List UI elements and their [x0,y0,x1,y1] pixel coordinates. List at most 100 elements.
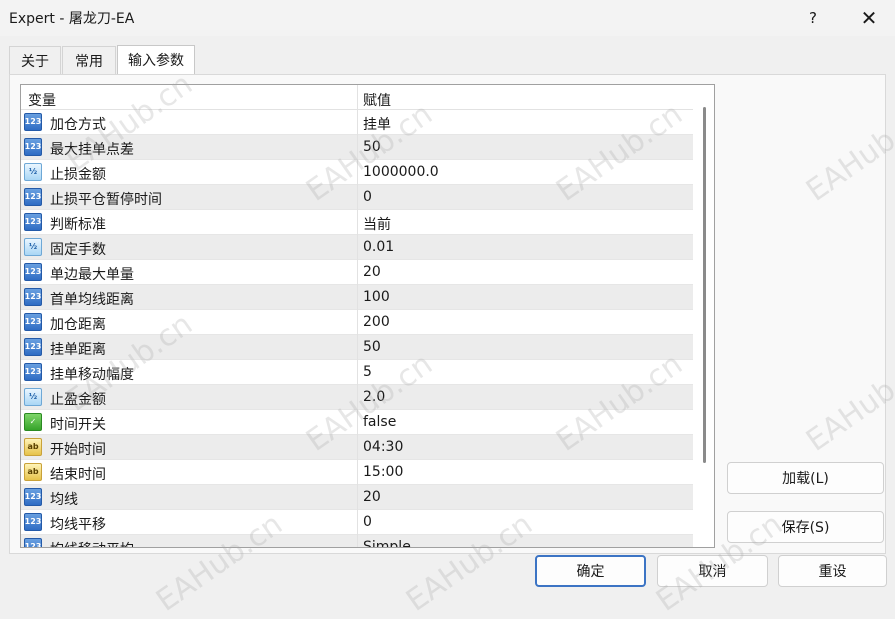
parameter-name: 最大挂单点差 [50,142,134,158]
column-divider [357,385,358,410]
parameter-value[interactable]: 0 [363,189,372,205]
reset-button[interactable]: 重设 [778,555,887,587]
table-row[interactable]: 123 首单均线距离 100 [21,285,693,310]
column-divider [357,485,358,510]
double-type-icon: ½ [24,163,42,181]
parameter-value[interactable]: 2.0 [363,389,385,405]
table-row[interactable]: 123 均线平移 0 [21,510,693,535]
parameter-value[interactable]: Simple [363,539,411,547]
parameter-name: 首单均线距离 [50,292,134,308]
help-button[interactable]: ? [790,4,836,32]
help-icon: ? [809,9,817,27]
close-button[interactable]: ✕ [846,4,892,32]
save-button[interactable]: 保存(S) [727,511,884,543]
double-type-icon: ½ [24,238,42,256]
parameter-value[interactable]: 200 [363,314,390,330]
tab-common[interactable]: 常用 [62,46,116,74]
table-row[interactable]: 123 判断标准 当前 [21,210,693,235]
column-divider [357,510,358,535]
table-row[interactable]: ½ 固定手数 0.01 [21,235,693,260]
parameters-grid: 变量 赋值 123 加仓方式 挂单 123 最大挂单点差 50 ½ 止损金额 1000000.0… [20,84,715,548]
parameter-value[interactable]: 50 [363,339,381,355]
parameter-name: 止盈金额 [50,392,106,408]
parameter-name: 时间开关 [50,417,106,433]
parameter-name: 单边最大单量 [50,267,134,283]
integer-type-icon: 123 [24,188,42,206]
grid-header: 变量 赋值 [21,85,693,110]
parameter-value[interactable]: 15:00 [363,464,403,480]
load-button[interactable]: 加载(L) [727,462,884,494]
cancel-button[interactable]: 取消 [657,555,768,587]
parameter-name: 判断标准 [50,217,106,233]
table-row[interactable]: ½ 止盈金额 2.0 [21,385,693,410]
grid-rows: 123 加仓方式 挂单 123 最大挂单点差 50 ½ 止损金额 1000000.0 123 止损平… [21,110,693,547]
column-divider [357,535,358,547]
parameter-name: 开始时间 [50,442,106,458]
column-divider [357,185,358,210]
integer-type-icon: 123 [24,288,42,306]
column-divider [357,135,358,160]
column-divider [357,360,358,385]
table-row[interactable]: ab 开始时间 04:30 [21,435,693,460]
table-row[interactable]: 123 挂单移动幅度 5 [21,360,693,385]
ok-button[interactable]: 确定 [535,555,646,587]
parameter-name: 止损金额 [50,167,106,183]
table-row[interactable]: 123 止损平仓暂停时间 0 [21,185,693,210]
table-row[interactable]: 123 最大挂单点差 50 [21,135,693,160]
parameter-value[interactable]: 20 [363,489,381,505]
header-value[interactable]: 赋值 [363,90,391,110]
parameter-name: 加仓距离 [50,317,106,333]
parameter-value[interactable]: 挂单 [363,114,391,134]
integer-type-icon: 123 [24,488,42,506]
column-divider [357,460,358,485]
integer-type-icon: 123 [24,213,42,231]
integer-type-icon: 123 [24,113,42,131]
header-divider [357,85,358,110]
string-type-icon: ab [24,463,42,481]
table-row[interactable]: 123 均线 20 [21,485,693,510]
integer-type-icon: 123 [24,313,42,331]
vertical-scrollbar[interactable] [694,85,714,547]
parameter-value[interactable]: 04:30 [363,439,403,455]
table-row[interactable]: ½ 止损金额 1000000.0 [21,160,693,185]
parameter-value[interactable]: 20 [363,264,381,280]
integer-type-icon: 123 [24,513,42,531]
integer-type-icon: 123 [24,138,42,156]
column-divider [357,160,358,185]
parameter-value[interactable]: 100 [363,289,390,305]
parameter-name: 结束时间 [50,467,106,483]
parameter-value[interactable]: 0 [363,514,372,530]
parameter-name: 挂单距离 [50,342,106,358]
integer-type-icon: 123 [24,263,42,281]
column-divider [357,310,358,335]
table-row[interactable]: 123 单边最大单量 20 [21,260,693,285]
scroll-thumb[interactable] [703,107,706,463]
column-divider [357,410,358,435]
close-icon: ✕ [860,6,878,30]
string-type-icon: ab [24,438,42,456]
column-divider [357,260,358,285]
column-divider [357,235,358,260]
integer-type-icon: 123 [24,363,42,381]
parameter-value[interactable]: 50 [363,139,381,155]
table-row[interactable]: 123 加仓方式 挂单 [21,110,693,135]
header-variable[interactable]: 变量 [28,90,56,110]
parameter-value[interactable]: 1000000.0 [363,164,439,180]
title-bar: Expert - 屠龙刀-EA ? ✕ [0,0,895,36]
table-row[interactable]: 123 均线移动平均 Simple [21,535,693,547]
integer-type-icon: 123 [24,538,42,547]
table-row[interactable]: ✓ 时间开关 false [21,410,693,435]
parameter-name: 加仓方式 [50,117,106,133]
tab-about[interactable]: 关于 [9,46,61,74]
column-divider [357,110,358,135]
parameter-value[interactable]: 当前 [363,214,391,234]
parameter-name: 止损平仓暂停时间 [50,192,162,208]
integer-type-icon: 123 [24,338,42,356]
table-row[interactable]: 123 加仓距离 200 [21,310,693,335]
tab-inputs[interactable]: 输入参数 [117,45,195,74]
table-row[interactable]: ab 结束时间 15:00 [21,460,693,485]
parameter-value[interactable]: 0.01 [363,239,394,255]
parameter-value[interactable]: false [363,414,396,430]
table-row[interactable]: 123 挂单距离 50 [21,335,693,360]
parameter-value[interactable]: 5 [363,364,372,380]
